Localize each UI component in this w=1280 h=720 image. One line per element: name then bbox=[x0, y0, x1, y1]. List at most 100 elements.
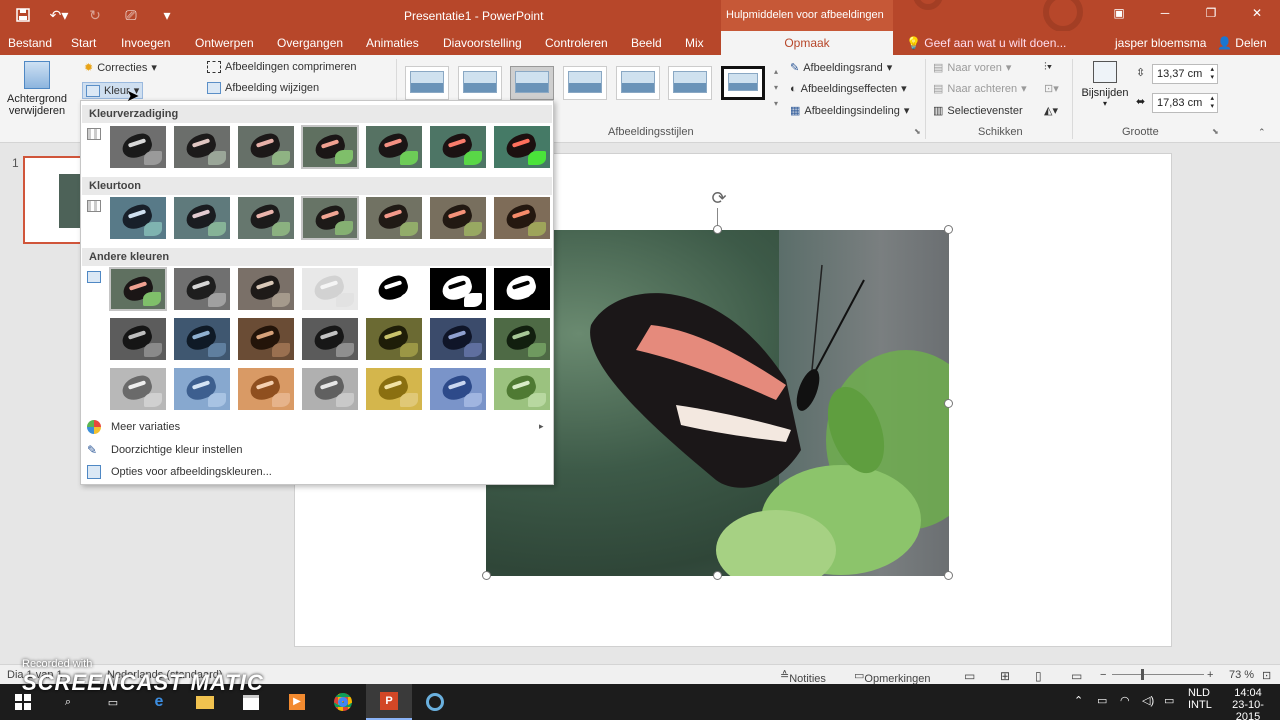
recolor-dark-swatch[interactable] bbox=[109, 317, 167, 361]
butterfly-picture[interactable] bbox=[486, 230, 949, 576]
styles-scroll[interactable]: ▴ ▾ ▾ bbox=[770, 64, 782, 114]
recolor-dark-swatch[interactable] bbox=[493, 317, 551, 361]
resize-handle-bottom-right[interactable] bbox=[944, 571, 953, 580]
tone-swatch[interactable] bbox=[237, 196, 295, 240]
zoom-out-icon[interactable]: − bbox=[1100, 669, 1106, 681]
media-player-icon[interactable]: ▶ bbox=[274, 684, 320, 720]
recolor-light-swatch[interactable] bbox=[301, 367, 359, 411]
user-name[interactable]: jasper bloemsma bbox=[1115, 36, 1206, 50]
zoom-slider[interactable] bbox=[1112, 674, 1204, 675]
recolor-swatch[interactable] bbox=[301, 267, 359, 311]
recolor-swatch[interactable] bbox=[109, 267, 167, 311]
slideshow-view-icon[interactable]: ▭ bbox=[1071, 669, 1082, 683]
change-picture-button[interactable]: Afbeelding wijzigen bbox=[207, 82, 319, 94]
saturation-swatch[interactable] bbox=[173, 125, 231, 169]
close-icon[interactable]: ✕ bbox=[1234, 6, 1280, 26]
remove-background-button[interactable]: Achtergrond verwijderen bbox=[4, 59, 70, 123]
share-button[interactable]: 👤 Delen bbox=[1217, 36, 1267, 50]
picture-color-options-item[interactable]: Opties voor afbeeldingskleuren... bbox=[111, 466, 272, 478]
styles-dialog-launcher[interactable]: ⬊ bbox=[914, 127, 921, 136]
corrections-button[interactable]: ✹ Correcties ▾ bbox=[84, 61, 157, 75]
reading-view-icon[interactable]: ▯ bbox=[1035, 669, 1042, 683]
screencast-icon[interactable] bbox=[412, 684, 458, 720]
recolor-light-swatch[interactable] bbox=[365, 367, 423, 411]
width-field[interactable]: 17,83 cm ▴ ▾ bbox=[1152, 93, 1218, 113]
wifi-icon[interactable]: ◠ bbox=[1120, 694, 1130, 707]
redo-icon[interactable]: ↻ bbox=[80, 4, 110, 26]
recolor-swatch[interactable] bbox=[173, 267, 231, 311]
powerpoint-taskbar-icon[interactable]: P bbox=[366, 684, 412, 720]
resize-handle-top[interactable] bbox=[713, 225, 722, 234]
rotate-icon[interactable]: ◭▾ bbox=[1044, 104, 1058, 117]
ribbon-display-options-icon[interactable]: ▣ bbox=[1096, 6, 1142, 26]
slide-sorter-icon[interactable]: ⊞ bbox=[1000, 669, 1010, 683]
slide-thumbnail[interactable] bbox=[23, 156, 85, 244]
tell-me-box[interactable]: 💡 Geef aan wat u wilt doen... bbox=[906, 36, 1066, 50]
resize-handle-bottom-left[interactable] bbox=[482, 571, 491, 580]
resize-handle-right[interactable] bbox=[944, 399, 953, 408]
tone-swatch[interactable] bbox=[365, 196, 423, 240]
zoom-level[interactable]: 73 % bbox=[1229, 669, 1254, 681]
recolor-light-swatch[interactable] bbox=[109, 367, 167, 411]
compress-pictures-button[interactable]: Afbeeldingen comprimeren bbox=[207, 61, 356, 73]
picture-style-5[interactable] bbox=[616, 66, 660, 100]
tab-start[interactable]: Start bbox=[71, 36, 96, 50]
tab-bestand[interactable]: Bestand bbox=[8, 36, 52, 50]
collapse-ribbon-icon[interactable]: ⌃ bbox=[1258, 127, 1266, 138]
restore-icon[interactable]: ❐ bbox=[1188, 6, 1234, 26]
saturation-swatch[interactable] bbox=[109, 125, 167, 169]
crop-button[interactable]: Bijsnijden ▾ bbox=[1078, 61, 1132, 108]
save-icon[interactable] bbox=[8, 4, 38, 26]
saturation-swatch[interactable] bbox=[237, 125, 295, 169]
tab-mix[interactable]: Mix bbox=[685, 36, 704, 50]
recolor-dark-swatch[interactable] bbox=[365, 317, 423, 361]
action-center-icon[interactable]: ▭ bbox=[1164, 694, 1174, 707]
comments-button[interactable]: ▭ Opmerkingen bbox=[854, 669, 930, 685]
tone-swatch[interactable] bbox=[301, 196, 359, 240]
bring-forward-button[interactable]: ▤ Naar voren ▾ bbox=[933, 61, 1011, 75]
picture-style-6[interactable] bbox=[668, 66, 712, 100]
recolor-dark-swatch[interactable] bbox=[173, 317, 231, 361]
picture-effects-button[interactable]: ◐ Afbeeldingseffecten ▾ bbox=[790, 82, 907, 96]
zoom-in-icon[interactable]: + bbox=[1207, 669, 1213, 681]
picture-style-2[interactable] bbox=[458, 66, 502, 100]
group-icon[interactable]: ⊡▾ bbox=[1044, 82, 1059, 95]
tab-overgangen[interactable]: Overgangen bbox=[277, 36, 343, 50]
recolor-light-swatch[interactable] bbox=[429, 367, 487, 411]
tab-diavoorstelling[interactable]: Diavoorstelling bbox=[443, 36, 522, 50]
tray-overflow-icon[interactable]: ⌃ bbox=[1074, 694, 1083, 707]
tab-beeld[interactable]: Beeld bbox=[631, 36, 662, 50]
align-icon[interactable]: ⫶▾ bbox=[1044, 61, 1052, 74]
customize-qat-icon[interactable]: ▾ bbox=[152, 4, 182, 26]
saturation-swatch[interactable] bbox=[365, 125, 423, 169]
minimize-icon[interactable]: ─ bbox=[1142, 6, 1188, 26]
picture-style-3[interactable] bbox=[510, 66, 554, 100]
notes-button[interactable]: ≙ Notities bbox=[780, 669, 826, 685]
tone-swatch[interactable] bbox=[429, 196, 487, 240]
tab-invoegen[interactable]: Invoegen bbox=[121, 36, 170, 50]
saturation-swatch[interactable] bbox=[301, 125, 359, 169]
tab-animaties[interactable]: Animaties bbox=[366, 36, 419, 50]
clock[interactable]: 14:04 23-10-2015 bbox=[1220, 687, 1276, 720]
volume-icon[interactable]: ◁) bbox=[1142, 694, 1154, 707]
tone-swatch[interactable] bbox=[493, 196, 551, 240]
recolor-swatch[interactable] bbox=[493, 267, 551, 311]
set-transparent-color-item[interactable]: Doorzichtige kleur instellen bbox=[111, 444, 242, 456]
recolor-swatch[interactable] bbox=[365, 267, 423, 311]
tab-ontwerpen[interactable]: Ontwerpen bbox=[195, 36, 254, 50]
zoom-thumb[interactable] bbox=[1141, 669, 1144, 680]
height-field[interactable]: 13,37 cm ▴ ▾ bbox=[1152, 64, 1218, 84]
input-language[interactable]: NLD INTL bbox=[1188, 687, 1212, 711]
battery-icon[interactable]: ▭ bbox=[1097, 694, 1107, 707]
picture-style-1[interactable] bbox=[405, 66, 449, 100]
recolor-light-swatch[interactable] bbox=[173, 367, 231, 411]
picture-layout-button[interactable]: ▦ Afbeeldingsindeling ▾ bbox=[790, 104, 909, 118]
picture-style-4[interactable] bbox=[563, 66, 607, 100]
tab-opmaak[interactable]: Opmaak bbox=[721, 31, 893, 55]
rotate-handle-icon[interactable]: ⟳ bbox=[708, 187, 730, 209]
picture-border-button[interactable]: ✎ Afbeeldingsrand ▾ bbox=[790, 61, 892, 75]
recolor-swatch[interactable] bbox=[429, 267, 487, 311]
tab-controleren[interactable]: Controleren bbox=[545, 36, 608, 50]
more-variations-item[interactable]: Meer variaties bbox=[111, 421, 180, 433]
undo-icon[interactable]: ↶▾ bbox=[44, 4, 74, 26]
